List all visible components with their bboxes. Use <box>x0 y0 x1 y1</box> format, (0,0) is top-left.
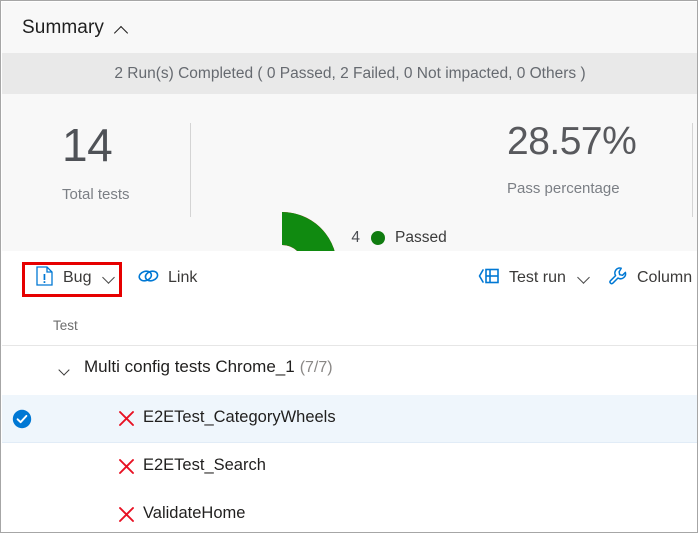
chevron-up-icon[interactable] <box>115 22 130 37</box>
table-row[interactable]: ValidateHome <box>2 491 697 532</box>
bug-button[interactable]: Bug <box>36 263 116 293</box>
pass-percentage-metric: 28.57% Pass percentage <box>507 122 687 197</box>
link-button-label: Link <box>168 269 198 286</box>
column-header-test[interactable]: Test <box>53 318 78 333</box>
chevron-down-icon[interactable] <box>59 365 71 377</box>
metrics-divider <box>190 123 191 217</box>
link-icon <box>138 268 159 289</box>
pass-percentage-value: 28.57% <box>507 120 637 163</box>
link-button[interactable]: Link <box>138 263 197 293</box>
grid-group-row[interactable]: Multi config tests Chrome_1 (7/7) <box>2 346 697 394</box>
run-status-text: 2 Run(s) Completed ( 0 Passed, 2 Failed,… <box>114 64 586 82</box>
total-tests-label: Total tests <box>62 186 130 203</box>
failed-x-icon <box>117 457 136 476</box>
test-name: E2ETest_CategoryWheels <box>143 408 336 426</box>
legend-label-passed: Passed <box>395 229 447 246</box>
test-run-button[interactable]: Test run <box>478 263 591 293</box>
test-name: ValidateHome <box>143 504 246 522</box>
test-run-panel-icon <box>478 267 500 290</box>
total-tests-value: 14 <box>62 119 113 171</box>
group-row-label: Multi config tests Chrome_1 (7/7) <box>84 357 333 377</box>
pass-percentage-label: Pass percentage <box>507 180 620 197</box>
legend-dot-passed-icon <box>371 231 385 245</box>
group-row-name: Multi config tests Chrome_1 <box>84 357 295 376</box>
failed-x-icon <box>117 505 136 524</box>
summary-section-header[interactable]: Summary <box>2 2 697 53</box>
metrics-divider-right <box>692 123 693 217</box>
table-row[interactable]: E2ETest_CategoryWheels <box>2 395 697 443</box>
column-options-button[interactable]: Column <box>608 263 692 293</box>
failed-x-icon <box>117 409 136 428</box>
bug-report-icon <box>36 265 54 291</box>
test-run-button-label: Test run <box>509 269 566 286</box>
group-row-count: (7/7) <box>299 359 333 376</box>
test-results-summary-panel: Summary 2 Run(s) Completed ( 0 Passed, 2… <box>0 0 698 533</box>
table-row[interactable]: E2ETest_Search <box>2 443 697 491</box>
bug-button-label: Bug <box>63 269 92 286</box>
summary-metrics-panel: 14 Total tests 4 Passed 10 <box>2 94 697 322</box>
legend-count-passed: 4 <box>351 229 360 246</box>
chevron-down-icon[interactable] <box>103 272 116 285</box>
legend-item-passed: 4 Passed <box>347 222 477 254</box>
wrench-icon <box>608 266 628 291</box>
total-tests-metric: 14 Total tests <box>62 122 180 203</box>
results-grid-header: Test <box>2 305 697 346</box>
test-name: E2ETest_Search <box>143 456 266 474</box>
command-toolbar: Bug Link Test run Column <box>2 251 697 305</box>
column-options-label: Column <box>637 269 693 286</box>
chevron-down-icon[interactable] <box>578 272 591 285</box>
run-status-bar: 2 Run(s) Completed ( 0 Passed, 2 Failed,… <box>2 53 697 94</box>
page-title: Summary <box>22 16 104 38</box>
check-circle-icon[interactable] <box>12 409 32 429</box>
